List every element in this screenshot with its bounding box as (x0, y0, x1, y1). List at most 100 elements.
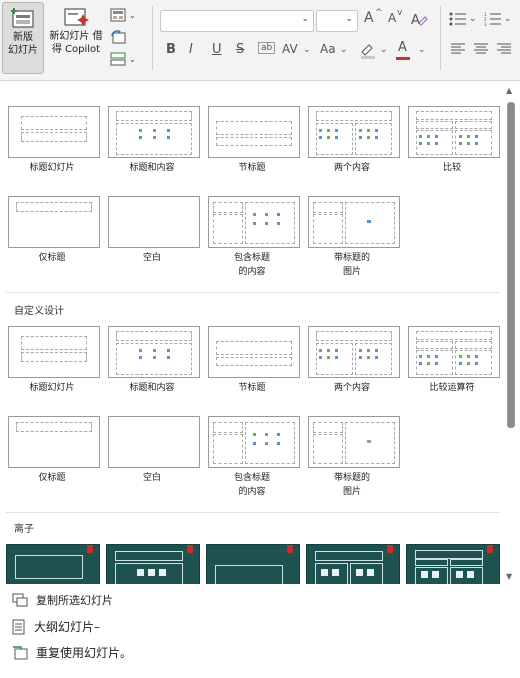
reuse-label: 重复使用幻灯片。 (36, 646, 133, 660)
shadow-text-icon[interactable]: ab (258, 42, 276, 54)
layout-custom-blank[interactable] (108, 416, 200, 468)
layout-caption: 比较运算符 (429, 383, 475, 393)
section-icon (110, 52, 126, 66)
chevron-down-icon: ⌄ (418, 45, 426, 55)
outline-icon (12, 619, 25, 634)
layout-blank[interactable] (108, 196, 200, 248)
copilot-slide-icon (64, 8, 89, 26)
layout-content-caption[interactable] (208, 196, 300, 248)
layout-custom-picture-caption[interactable] (308, 416, 400, 468)
layout-caption: 的内容 (238, 487, 266, 497)
layout-caption: 带标题的 (333, 473, 370, 483)
chevron-down-icon: ⌄ (380, 45, 388, 55)
layout-caption: 比较 (442, 163, 461, 173)
gallery-scrollbar[interactable]: ▲ ▼ (504, 84, 516, 584)
font-size-box[interactable]: ⌄ (316, 10, 358, 32)
layout-caption: 标题幻灯片 (29, 163, 75, 173)
duplicate-slides-item[interactable]: 复制所选幻灯片 (12, 592, 113, 608)
layout-caption: 图片 (342, 487, 361, 497)
ribbon-divider (440, 6, 441, 70)
font-name-box[interactable]: ⌄ (160, 10, 314, 32)
font-color-button[interactable]: A (398, 40, 407, 55)
chevron-down-icon: ⌄ (345, 14, 353, 24)
char-spacing-button[interactable]: AV (282, 42, 298, 56)
align-center-icon[interactable] (473, 42, 489, 56)
layout-custom-title-content[interactable] (108, 326, 200, 378)
layout-caption: 标题和内容 (129, 163, 175, 173)
grow-caret-icon: ^ (375, 8, 383, 18)
chevron-down-icon: ⌄ (301, 14, 309, 24)
chevron-down-icon: ⌄ (469, 14, 477, 24)
grow-font-button[interactable]: A (364, 10, 374, 26)
reuse-slides-item[interactable]: 重复使用幻灯片。 (12, 644, 132, 661)
layout-ion-comparison[interactable] (406, 544, 500, 584)
new-slide-label-2: 幻灯片 (8, 45, 38, 56)
layout-caption: 带标题的 (333, 253, 370, 263)
layout-two-content[interactable] (308, 106, 400, 158)
layout-dropdown[interactable]: ⌄ (110, 6, 142, 24)
numbering-icon[interactable]: 123 (484, 12, 502, 26)
reset-slide-button[interactable] (110, 28, 142, 46)
layout-custom-two-content[interactable] (308, 326, 400, 378)
bold-button[interactable]: B (166, 42, 176, 57)
strikethrough-button[interactable]: S (236, 42, 244, 57)
section-dropdown[interactable]: ⌄ (110, 50, 142, 68)
layout-custom-comparison[interactable] (408, 326, 500, 378)
copilot-label-2: 得 Copilot (51, 44, 101, 55)
duplicate-icon (12, 593, 28, 607)
layout-caption: 两个内容 (333, 383, 370, 393)
layout-ion-title-slide[interactable] (6, 544, 100, 584)
underline-button[interactable]: U (212, 42, 222, 57)
align-right-icon[interactable] (496, 42, 512, 56)
layout-title-only[interactable] (8, 196, 100, 248)
svg-text:3: 3 (484, 22, 487, 26)
layout-title-content[interactable] (108, 106, 200, 158)
reuse-icon (13, 645, 28, 659)
layout-gallery: 标题幻灯片 标题和内容 节标题 两个内容 比较 仅标题 空白 包含标题 的内容 … (0, 84, 502, 584)
layout-custom-content-caption[interactable] (208, 416, 300, 468)
layout-ion-section-header[interactable] (206, 544, 300, 584)
scroll-up-icon[interactable]: ▲ (506, 86, 512, 95)
new-slide-icon (11, 8, 34, 28)
layout-section-header[interactable] (208, 106, 300, 158)
align-left-icon[interactable] (450, 42, 466, 56)
shrink-font-button[interactable]: A (388, 11, 396, 25)
layout-ion-two-content[interactable] (306, 544, 400, 584)
layout-comparison[interactable] (408, 106, 500, 158)
layout-caption: 空白 (142, 473, 161, 483)
clear-format-icon[interactable]: A (410, 10, 428, 28)
layout-caption: 图片 (342, 267, 361, 277)
copilot-new-slide-button[interactable]: 新幻灯片 借 得 Copilot (48, 2, 104, 72)
highlight-icon[interactable] (358, 40, 378, 60)
ribbon-divider (152, 6, 153, 70)
layout-menu: 复制所选幻灯片 大纲幻灯片– 重复使用幻灯片。 (0, 586, 520, 678)
reset-icon (111, 30, 126, 44)
section-label-ion: 离子 (14, 524, 34, 535)
layout-picture-caption[interactable] (308, 196, 400, 248)
chevron-down-icon: ⌄ (303, 45, 311, 55)
scroll-down-icon[interactable]: ▼ (506, 572, 512, 581)
layout-caption: 包含标题 (233, 473, 270, 483)
slide-tools-stack: ⌄ ⌄ (108, 4, 144, 70)
layout-caption: 仅标题 (38, 473, 66, 483)
outline-label: 大纲幻灯片– (34, 620, 101, 634)
italic-button[interactable]: I (189, 42, 193, 57)
chevron-down-icon: ⌄ (340, 45, 348, 55)
new-slide-label-1: 新版 (13, 32, 33, 43)
scrollbar-thumb[interactable] (507, 102, 515, 428)
new-slide-button[interactable]: 新版 幻灯片 (2, 2, 44, 74)
change-case-button[interactable]: Aa (320, 42, 336, 56)
layout-custom-section-header[interactable] (208, 326, 300, 378)
chevron-down-icon: ⌄ (129, 10, 136, 20)
layout-title-slide[interactable] (8, 106, 100, 158)
layout-custom-title-only[interactable] (8, 416, 100, 468)
layout-icon (110, 8, 126, 22)
shrink-caret-icon: v (397, 8, 403, 18)
bullets-icon[interactable] (449, 12, 467, 26)
outline-slides-item[interactable]: 大纲幻灯片– (12, 618, 100, 635)
chevron-down-icon: ⌄ (129, 54, 136, 64)
layout-caption: 标题幻灯片 (29, 383, 75, 393)
layout-ion-title-content[interactable] (106, 544, 200, 584)
layout-custom-title-slide[interactable] (8, 326, 100, 378)
font-color-swatch (396, 57, 410, 60)
